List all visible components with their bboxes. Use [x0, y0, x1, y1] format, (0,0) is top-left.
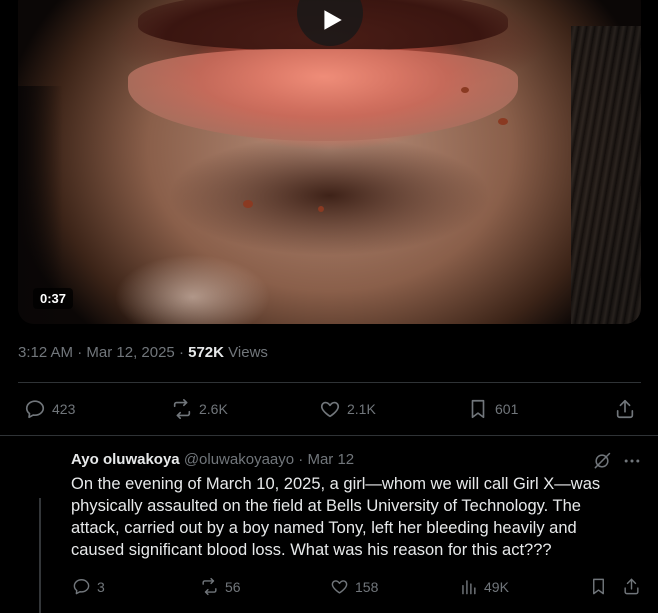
reply-icon: [25, 400, 45, 419]
reply-header: Ayo oluwakoya @oluwakoyaayo · Mar 12: [71, 451, 354, 468]
bookmark-icon: [593, 578, 604, 595]
like-button[interactable]: 2.1K: [319, 398, 376, 420]
reply-author-handle[interactable]: @oluwakoyaayo: [184, 451, 294, 468]
share-icon: [624, 578, 639, 595]
heart-icon: [331, 580, 348, 594]
analytics-icon: [462, 580, 476, 595]
bookmark-icon: [471, 399, 485, 419]
video-frame-mark: [498, 118, 508, 125]
reply-views-count: 49K: [484, 578, 509, 595]
post-meta: 3:12 AM · Mar 12, 2025 · 572K Views: [18, 344, 268, 361]
video-player[interactable]: [18, 0, 641, 324]
reply-separator: ·: [298, 451, 304, 468]
video-frame-hair: [571, 26, 641, 324]
repost-icon: [173, 399, 191, 419]
views-count: 572K: [188, 344, 224, 361]
divider: [0, 435, 658, 436]
post-date[interactable]: Mar 12, 2025: [86, 344, 174, 361]
post-time[interactable]: 3:12 AM: [18, 344, 73, 361]
post-detail-view: 0:37 3:12 AM · Mar 12, 2025 · 572K Views…: [0, 0, 658, 613]
reply-button[interactable]: 423: [24, 398, 75, 420]
bookmark-button[interactable]: 601: [467, 398, 518, 420]
like-count: 2.1K: [347, 401, 376, 417]
video-frame-mark: [318, 206, 324, 212]
repost-button[interactable]: 2.6K: [171, 398, 228, 420]
reply-like-count: 158: [355, 578, 379, 595]
reply-reply-count: 3: [97, 578, 105, 595]
video-frame-mark: [461, 87, 469, 93]
reply-body-text: On the evening of March 10, 2025, a girl…: [71, 475, 601, 559]
reply-reply-button[interactable]: 3: [72, 577, 105, 596]
video-duration-badge: 0:37: [33, 288, 74, 309]
reply-like-button[interactable]: 158: [330, 577, 378, 596]
views-label: Views: [228, 344, 268, 361]
share-button[interactable]: [614, 398, 636, 420]
reply-share-button[interactable]: [622, 577, 641, 596]
reply-author-name[interactable]: Ayo oluwakoya: [71, 451, 180, 468]
video-frame-lower-lip: [128, 49, 518, 141]
bookmark-count: 601: [495, 401, 519, 417]
grok-icon[interactable]: [592, 451, 612, 471]
reply-icon: [73, 579, 90, 595]
reply-bookmark-button[interactable]: [589, 577, 608, 596]
repost-icon: [202, 577, 217, 596]
heart-icon: [320, 401, 340, 418]
repost-count: 2.6K: [199, 401, 228, 417]
share-icon: [616, 399, 634, 419]
reply-date[interactable]: Mar 12: [307, 451, 354, 468]
thread-connector-line: [39, 498, 41, 613]
play-icon: [324, 10, 342, 30]
divider: [18, 382, 641, 383]
reply-repost-count: 56: [225, 578, 241, 595]
more-options-icon[interactable]: [622, 451, 642, 471]
reply-repost-button[interactable]: 56: [200, 577, 241, 596]
video-frame-mark: [243, 200, 253, 208]
meta-separator: ·: [178, 344, 184, 361]
reply-count: 423: [52, 401, 76, 417]
meta-separator: ·: [77, 344, 83, 361]
reply-views-button[interactable]: 49K: [459, 577, 509, 596]
